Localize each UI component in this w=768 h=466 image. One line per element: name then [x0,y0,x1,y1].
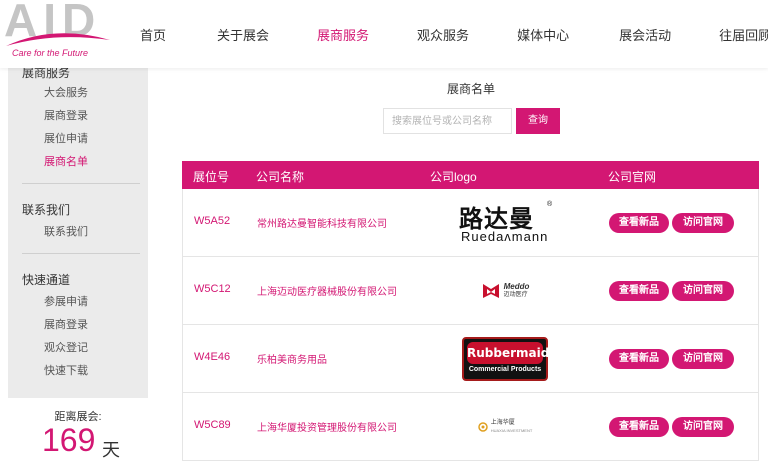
logo-text: 迈动医疗 [503,292,528,298]
table-header: 展位号 公司名称 公司logo 公司官网 [182,161,759,189]
huaxia-logo-icon: 上海华厦 HUAXIA INVESTMENT [477,420,533,434]
view-new-products-button[interactable]: 查看新品 [609,417,669,437]
nav-exhibitor-services[interactable]: 展商服务 [317,25,369,44]
column-header-booth: 展位号 [193,170,230,184]
logo-swoosh-icon [6,33,110,46]
page-title: 展商名单 [446,82,495,96]
sidebar: 展商服务 大会服务 展商登录 展位申请 展商名单 联系我们 联系我们 快速通道 … [8,60,148,466]
company-logo: 上海华厦 HUAXIA INVESTMENT [445,399,565,455]
sidebar-section-title: 快速通道 [22,273,71,287]
company-name[interactable]: 上海迈动医疗器械股份有限公司 [257,283,397,298]
company-logo: Rubbermaid Commercial Products [445,331,565,387]
table-row: W5C12 上海迈动医疗器械股份有限公司 Meddo 迈动医疗 查看新品 访问官… [182,257,759,325]
nav-events[interactable]: 展会活动 [619,25,671,44]
company-logo: 路达曼 ® Ruedaʌmann [445,195,565,251]
huaxia-mark-icon [477,422,488,432]
booth-number: W5C12 [194,283,231,295]
logo-text: Commercial Products [468,366,542,373]
sidebar-item-exhibit-application[interactable]: 参展申请 [44,293,88,309]
column-header-company: 公司名称 [256,170,305,184]
logo-text: Meddo [503,282,530,291]
meddo-mark-icon [482,284,499,298]
column-header-website: 公司官网 [608,170,657,184]
visit-website-button[interactable]: 访问官网 [672,213,734,233]
search-button[interactable]: 查询 [516,108,560,134]
sidebar-item-booth-application[interactable]: 展位申请 [44,130,88,146]
visit-website-button[interactable]: 访问官网 [672,349,734,369]
search-input[interactable] [383,108,512,134]
countdown-box: 距离展会: 169 天 [8,398,148,466]
table-row: W5A52 常州路达曼智能科技有限公司 路达曼 ® Ruedaʌmann 查看新… [182,189,759,257]
visit-website-button[interactable]: 访问官网 [672,281,734,301]
company-name[interactable]: 乐柏美商务用品 [257,351,327,366]
nav-past-review[interactable]: 往届回顾 [719,25,768,44]
countdown-days: 169 [42,422,96,458]
logo-tagline: Care for the Future [12,48,89,58]
logo-text: 上海华厦 [490,420,515,426]
view-new-products-button[interactable]: 查看新品 [609,349,669,369]
logo-text: Rubbermaid [467,342,549,364]
site-header: AID Care for the Future 首页 关于展会 展商服务 观众服… [0,0,768,68]
sidebar-divider [22,253,140,254]
booth-number: W5C89 [194,419,231,431]
meddo-logo-icon: Meddo 迈动医疗 [481,281,530,301]
sidebar-item-visitor-registration[interactable]: 观众登记 [44,339,88,355]
table-row: W5C89 上海华厦投资管理股份有限公司 上海华厦 HUAXIA INVESTM… [182,393,759,461]
view-new-products-button[interactable]: 查看新品 [609,281,669,301]
nav-media-center[interactable]: 媒体中心 [517,25,569,44]
ruedamann-logo-icon: 路达曼 ® Ruedaʌmann [455,199,555,247]
exhibitor-table: 展位号 公司名称 公司logo 公司官网 W5A52 常州路达曼智能科技有限公司… [182,161,759,466]
table-row: W4E46 乐柏美商务用品 Rubbermaid Commercial Prod… [182,325,759,393]
nav-about[interactable]: 关于展会 [217,25,269,44]
nav-home[interactable]: 首页 [140,25,166,44]
sidebar-item-exhibitor-login[interactable]: 展商登录 [44,107,88,123]
site-logo[interactable]: AID Care for the Future [4,0,114,62]
view-new-products-button[interactable]: 查看新品 [609,213,669,233]
nav-visitor-services[interactable]: 观众服务 [417,25,469,44]
column-header-logo: 公司logo [430,170,477,184]
sidebar-item-quick-download[interactable]: 快速下载 [44,362,88,378]
sidebar-item-exhibitor-list[interactable]: 展商名单 [44,153,88,169]
logo-registered-mark: ® [547,201,553,208]
sidebar-divider [22,183,140,184]
booth-number: W4E46 [194,351,231,363]
countdown-unit: 天 [102,440,120,460]
logo-text: Ruedaʌmann [461,229,549,244]
sidebar-item-exhibitor-login-quick[interactable]: 展商登录 [44,316,88,332]
sidebar-item-contact-us[interactable]: 联系我们 [44,223,88,239]
logo-text: HUAXIA INVESTMENT [490,428,533,433]
visit-website-button[interactable]: 访问官网 [672,417,734,437]
booth-number: W5A52 [194,215,231,227]
main-nav: 首页 关于展会 展商服务 观众服务 媒体中心 展会活动 往届回顾 [118,0,768,68]
sidebar-item-conference-service[interactable]: 大会服务 [44,84,88,100]
company-name[interactable]: 常州路达曼智能科技有限公司 [257,215,387,230]
sidebar-section-title: 联系我们 [22,203,71,217]
company-logo: Meddo 迈动医疗 [445,263,565,319]
rubbermaid-logo-icon: Rubbermaid Commercial Products [462,337,549,381]
company-name[interactable]: 上海华厦投资管理股份有限公司 [257,419,397,434]
